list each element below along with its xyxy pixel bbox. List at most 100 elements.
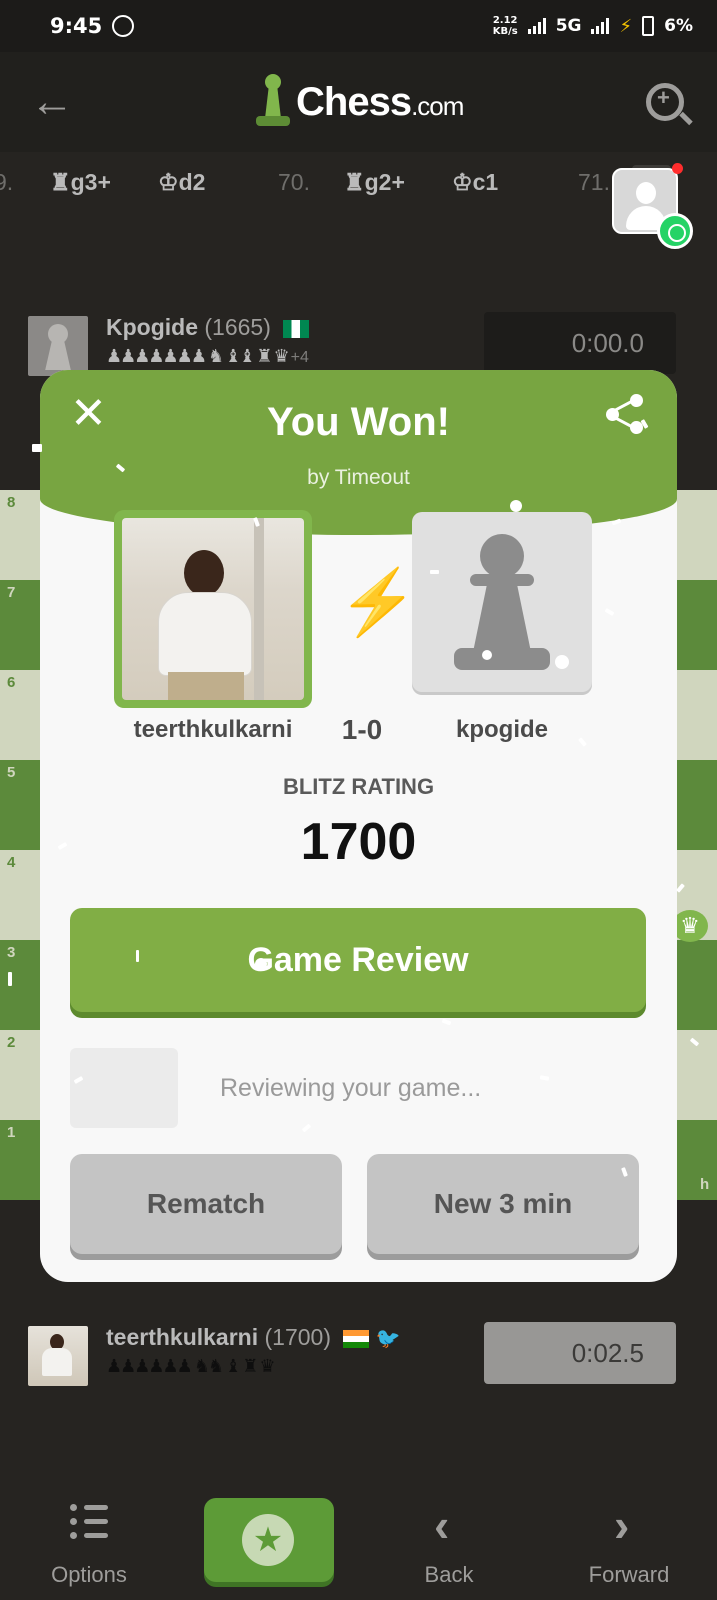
game-review-button[interactable]: Game Review	[70, 908, 646, 1012]
whatsapp-icon	[657, 213, 693, 249]
india-flag-icon	[343, 1329, 370, 1348]
star-icon: ★	[242, 1514, 294, 1566]
move-item[interactable]: ♔c1	[452, 169, 498, 196]
reviewing-status: Reviewing your game...	[220, 1074, 482, 1102]
material-advantage: +4	[290, 349, 309, 366]
opponent-clock: 0:00.0	[484, 312, 676, 374]
rank-label: 2	[7, 1034, 16, 1051]
rank-label: 1	[7, 1124, 16, 1141]
lightning-blitz-icon: ⚡	[338, 566, 418, 638]
back-arrow-icon[interactable]: ←	[30, 80, 74, 124]
nigeria-flag-icon	[283, 319, 310, 338]
winner-name: teerthkulkarni	[133, 716, 293, 743]
rematch-button[interactable]: Rematch	[70, 1154, 342, 1254]
opponent-name[interactable]: Kpogide	[106, 314, 198, 340]
review-thumbnail	[70, 1048, 178, 1128]
confetti	[255, 958, 267, 970]
rank-label: 4	[7, 854, 16, 871]
result-title: You Won!	[267, 400, 450, 444]
opponent-avatar[interactable]	[28, 316, 88, 376]
loser-name: kpogide	[455, 716, 548, 743]
my-name-line: teerthkulkarni (1700) 🐦	[106, 1324, 401, 1351]
king-icon: ♔	[452, 168, 473, 195]
confetti	[539, 1075, 550, 1081]
move-item[interactable]: ♜g3+	[50, 169, 111, 196]
move-number: 9.	[0, 168, 14, 195]
captured-pieces-icons: ♟♟♟♟♟♟♟ ♞ ♝♝ ♜ ♛	[106, 346, 290, 366]
logo-text: Chess.com	[296, 80, 464, 128]
battery-icon	[642, 16, 655, 36]
move-number: 71.	[578, 168, 610, 195]
confetti	[32, 444, 42, 452]
move-item[interactable]: ♔d2	[158, 169, 205, 196]
my-player-row: teerthkulkarni (1700) 🐦 ♟♟♟♟♟♟ ♞♞ ♝ ♜ ♛ …	[28, 1322, 688, 1390]
chevron-left-icon: ‹	[434, 1499, 450, 1551]
rank-label: 6	[7, 674, 16, 691]
rating-value: 1700	[300, 813, 417, 871]
crown-winner-icon: ♛	[672, 910, 708, 942]
rank-label: 8	[7, 494, 16, 511]
charging-icon: ⚡	[619, 15, 633, 37]
move-text: g3+	[70, 168, 111, 195]
network-speed-value: 2.12	[492, 15, 518, 26]
confetti	[510, 500, 522, 512]
confetti	[555, 655, 569, 669]
app-header: ← Chess.com	[0, 52, 717, 152]
move-item[interactable]: ♜g2+	[344, 169, 405, 196]
result-reason: by Timeout	[307, 466, 410, 489]
move-text: c1	[472, 168, 499, 195]
confetti	[430, 570, 439, 574]
forward-label: Forward	[588, 1562, 670, 1587]
status-indicators: 2.12 KB/s 5G ⚡ 6%	[493, 15, 693, 37]
rook-icon: ♜	[344, 168, 365, 195]
back-label: Back	[424, 1562, 474, 1587]
confetti	[136, 950, 139, 962]
my-name[interactable]: teerthkulkarni	[106, 1324, 258, 1350]
rank-label: 3	[7, 944, 16, 961]
profile-photo	[122, 518, 304, 700]
notification-dot	[672, 163, 683, 174]
my-rating: (1700)	[264, 1324, 331, 1350]
my-clock: 0:02.5	[484, 1322, 676, 1384]
bird-badge-icon: 🐦	[375, 1328, 401, 1350]
file-label: h	[700, 1176, 710, 1193]
final-score: 1-0	[341, 714, 383, 745]
rating-label: BLITZ RATING	[282, 774, 435, 799]
king-icon: ♔	[158, 168, 179, 195]
bottom-navigation: Options ‹ Back › Forward	[0, 1480, 717, 1600]
opponent-rating: (1665)	[204, 314, 271, 340]
back-button[interactable]: ‹ Back	[374, 1480, 524, 1600]
confetti	[441, 1018, 452, 1026]
options-button[interactable]: Options	[14, 1480, 164, 1600]
move-list[interactable]: 9. ♜g3+ ♔d2 70. ♜g2+ ♔c1 71. g3	[0, 160, 717, 204]
confetti	[482, 650, 492, 660]
opponent-captured-pieces: ♟♟♟♟♟♟♟ ♞ ♝♝ ♜ ♛ +4	[106, 346, 309, 367]
chess-com-logo: Chess.com	[256, 74, 464, 128]
confetti	[604, 608, 615, 616]
battery-level: 6%	[664, 16, 693, 36]
opponent-name-line: Kpogide (1665)	[106, 314, 310, 341]
logo-word: Chess	[296, 80, 412, 124]
logo-suffix: .com	[411, 91, 464, 121]
network-speed-unit: KB/s	[492, 26, 518, 37]
confetti	[8, 972, 12, 986]
rank-label: 7	[7, 584, 16, 601]
signal-icon-2	[591, 18, 610, 34]
move-number: 70.	[278, 168, 310, 195]
move-text: d2	[178, 168, 206, 195]
forward-button[interactable]: › Forward	[554, 1480, 704, 1600]
chevron-right-icon: ›	[614, 1499, 630, 1551]
rook-icon: ♜	[50, 168, 71, 195]
rank-label: 5	[7, 764, 16, 781]
status-bar: 9:45 2.12 KB/s 5G ⚡ 6%	[0, 0, 717, 52]
new-game-button[interactable]: New 3 min	[367, 1154, 639, 1254]
my-avatar[interactable]	[114, 510, 312, 708]
network-speed: 2.12 KB/s	[493, 15, 518, 37]
status-time: 9:45	[50, 14, 103, 38]
analysis-search-icon[interactable]	[646, 83, 684, 121]
confetti	[301, 1123, 312, 1133]
my-small-avatar[interactable]	[28, 1326, 88, 1386]
review-star-button[interactable]: ★	[204, 1498, 334, 1582]
options-label: Options	[51, 1562, 127, 1587]
my-captured-pieces: ♟♟♟♟♟♟ ♞♞ ♝ ♜ ♛	[106, 1356, 276, 1376]
